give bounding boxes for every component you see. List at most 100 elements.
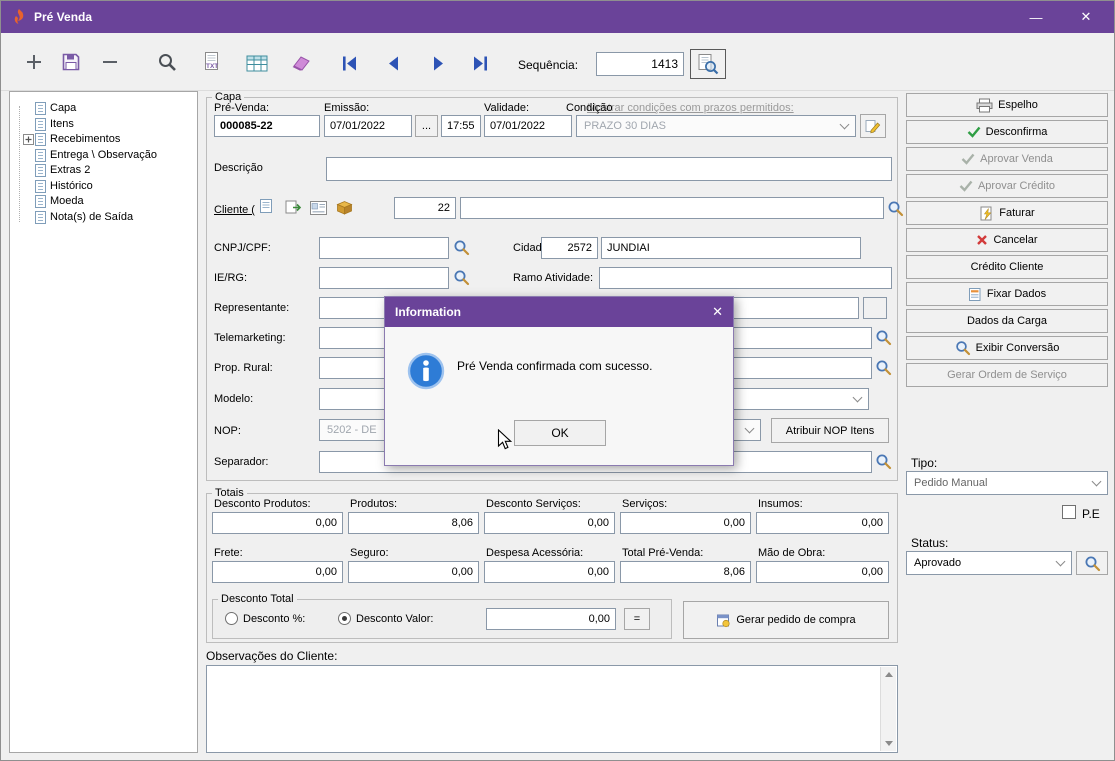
ramo-atividade-input[interactable] <box>599 267 892 289</box>
tree-item-itens[interactable]: Itens <box>22 117 74 131</box>
modelo-label: Modelo: <box>214 393 253 405</box>
insumos-input[interactable]: 0,00 <box>756 512 889 534</box>
representante-aux-box <box>863 297 887 319</box>
cliente-code-input[interactable]: 22 <box>394 197 456 219</box>
close-button[interactable]: ✕ <box>1063 1 1109 33</box>
delete-record-icon[interactable] <box>97 49 123 75</box>
page-icon <box>35 211 46 224</box>
status-search-button[interactable] <box>1076 551 1108 575</box>
eraser-icon[interactable] <box>287 49 313 75</box>
pe-checkbox[interactable] <box>1062 505 1076 519</box>
desconto-servicos-input[interactable]: 0,00 <box>484 512 615 534</box>
observacoes-scrollbar[interactable] <box>880 667 896 751</box>
preview-button[interactable] <box>690 49 726 79</box>
tree-item-extras-2[interactable]: Extras 2 <box>22 163 90 177</box>
observacoes-textarea[interactable] <box>206 665 898 753</box>
new-record-icon[interactable] <box>21 49 47 75</box>
tipo-combobox[interactable]: Pedido Manual <box>906 471 1108 495</box>
emissao-ellipsis-button[interactable]: ... <box>415 115 438 137</box>
sequencia-input[interactable]: 1413 <box>596 52 684 76</box>
produtos-input[interactable]: 8,06 <box>348 512 479 534</box>
desconto-produtos-input[interactable]: 0,00 <box>212 512 343 534</box>
app-flame-icon <box>11 8 26 26</box>
total-pre-venda-input[interactable]: 8,06 <box>620 561 751 583</box>
emissao-time-input[interactable]: 17:55 <box>441 115 481 137</box>
minimize-button[interactable]: — <box>1013 1 1059 33</box>
despesa-acessoria-input[interactable]: 0,00 <box>484 561 615 583</box>
dialog-close-icon[interactable]: ✕ <box>712 304 723 320</box>
prop-rural-search-icon[interactable] <box>875 359 892 376</box>
nav-first-icon[interactable] <box>337 50 363 76</box>
tree-item-recebimentos[interactable]: Recebimentos <box>22 132 120 146</box>
desconto-percent-radio[interactable] <box>225 612 238 625</box>
cliente-label[interactable]: Cliente ( <box>214 204 255 216</box>
export-txt-icon[interactable]: TXT <box>199 48 225 74</box>
cliente-doc-icon[interactable] <box>259 198 273 214</box>
cnpj-search-icon[interactable] <box>453 239 470 256</box>
cliente-name-input[interactable] <box>460 197 884 219</box>
emissao-date-input[interactable]: 07/01/2022 <box>324 115 412 137</box>
pencil-icon <box>865 118 881 134</box>
package-box-icon[interactable] <box>335 199 354 216</box>
tree-item-entrega-observacao[interactable]: Entrega \ Observação <box>22 148 157 162</box>
desconto-valor-input[interactable]: 0,00 <box>486 608 616 630</box>
frete-label: Frete: <box>214 547 243 559</box>
ok-button[interactable]: OK <box>514 420 606 446</box>
cnpj-input[interactable] <box>319 237 449 259</box>
fixar-dados-button[interactable]: Fixar Dados <box>906 282 1108 306</box>
fixar-dados-label: Fixar Dados <box>987 288 1046 300</box>
gerar-pedido-compra-button[interactable]: Gerar pedido de compra <box>683 601 889 639</box>
search-icon[interactable] <box>154 49 180 75</box>
credito-cliente-button[interactable]: Crédito Cliente <box>906 255 1108 279</box>
telemarketing-search-icon[interactable] <box>875 329 892 346</box>
sections-tree: Capa Itens Recebimentos Entrega \ Observ… <box>9 91 198 753</box>
status-combobox[interactable]: Aprovado <box>906 551 1072 575</box>
mao-de-obra-input[interactable]: 0,00 <box>756 561 889 583</box>
desconfirma-button[interactable]: Desconfirma <box>906 120 1108 144</box>
cidade-name-input[interactable]: JUNDIAI <box>601 237 861 259</box>
espelho-button[interactable]: Espelho <box>906 93 1108 117</box>
tree-item-label: Entrega \ Observação <box>50 149 157 161</box>
validade-date-input[interactable]: 07/01/2022 <box>484 115 572 137</box>
dados-da-carga-button[interactable]: Dados da Carga <box>906 309 1108 333</box>
check-green-icon <box>967 126 981 138</box>
frete-input[interactable]: 0,00 <box>212 561 343 583</box>
atribuir-nop-itens-button[interactable]: Atribuir NOP Itens <box>771 418 889 443</box>
aprovar-credito-label: Aprovar Crédito <box>978 180 1055 192</box>
exibir-conversao-button[interactable]: Exibir Conversão <box>906 336 1108 360</box>
despesa-acessoria-label: Despesa Acessória: <box>486 547 583 559</box>
ie-rg-input[interactable] <box>319 267 449 289</box>
cidade-code-input[interactable]: 2572 <box>541 237 598 259</box>
desconto-valor-radio[interactable] <box>338 612 351 625</box>
seguro-input[interactable]: 0,00 <box>348 561 479 583</box>
equals-button[interactable]: = <box>624 608 650 630</box>
servicos-input[interactable]: 0,00 <box>620 512 751 534</box>
separador-search-icon[interactable] <box>875 453 892 470</box>
faturar-button[interactable]: Faturar <box>906 201 1108 225</box>
nav-last-icon[interactable] <box>467 50 493 76</box>
ie-rg-search-icon[interactable] <box>453 269 470 286</box>
tree-expander-icon[interactable] <box>22 134 35 145</box>
condicoes-link[interactable]: Mostrar condições com prazos permitidos: <box>587 102 794 114</box>
condicao-combobox[interactable]: PRAZO 30 DIAS <box>576 115 856 137</box>
ie-rg-label: IE/RG: <box>214 272 247 284</box>
scroll-down-icon[interactable] <box>885 741 893 746</box>
cliente-search-icon[interactable] <box>887 200 904 217</box>
save-icon[interactable] <box>58 49 84 75</box>
nav-prev-icon[interactable] <box>381 50 407 76</box>
copy-sheet-icon[interactable] <box>285 200 302 215</box>
edit-condicao-button[interactable] <box>860 114 886 138</box>
scroll-up-icon[interactable] <box>885 672 893 677</box>
pre-venda-input[interactable]: 000085-22 <box>214 115 320 137</box>
tree-item-capa[interactable]: Capa <box>22 101 76 115</box>
grid-view-icon[interactable] <box>244 50 270 76</box>
tipo-value: Pedido Manual <box>914 477 987 489</box>
descricao-input[interactable] <box>326 157 892 181</box>
nav-next-icon[interactable] <box>425 50 451 76</box>
id-card-icon[interactable] <box>310 201 327 215</box>
tree-item-historico[interactable]: Histórico <box>22 179 93 193</box>
cancelar-button[interactable]: Cancelar <box>906 228 1108 252</box>
tree-item-notas-saida[interactable]: Nota(s) de Saída <box>22 210 133 224</box>
tree-item-moeda[interactable]: Moeda <box>22 194 84 208</box>
status-value: Aprovado <box>914 557 961 569</box>
